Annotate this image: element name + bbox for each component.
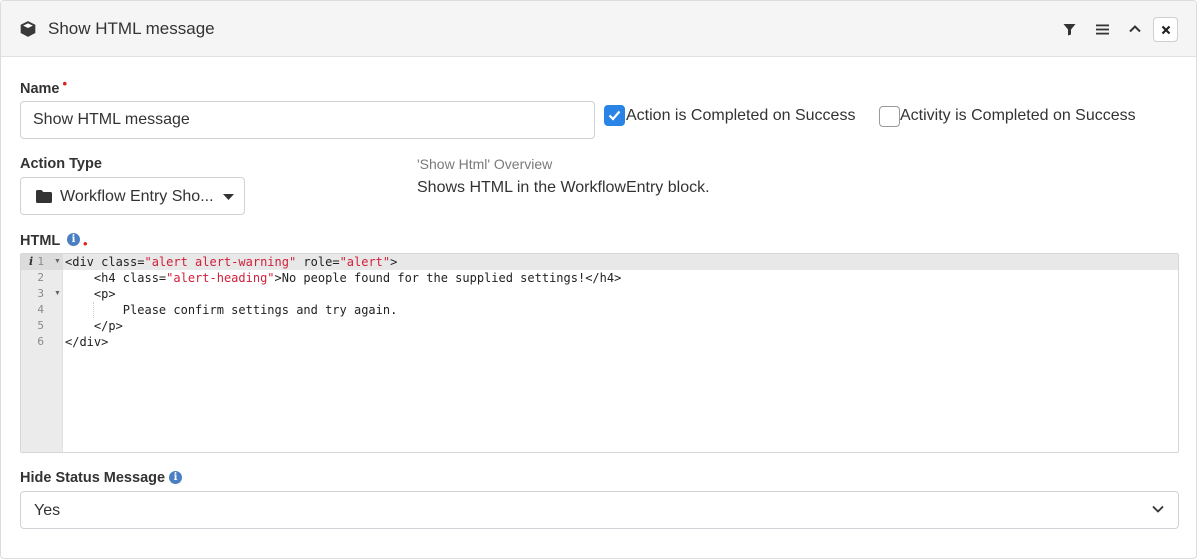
name-label: Name • (20, 76, 67, 98)
folder-icon (36, 190, 52, 203)
info-icon[interactable]: i (67, 233, 80, 246)
chevron-up-icon (1129, 25, 1141, 33)
panel-header: Show HTML message (1, 1, 1196, 57)
action-completed-label[interactable]: Action is Completed on Success (626, 106, 855, 126)
html-label-text: HTML (20, 233, 61, 249)
action-type-label: Action Type (20, 156, 102, 172)
fold-arrow-icon[interactable]: ▼ (54, 286, 61, 302)
html-label: HTML (20, 232, 60, 250)
chevron-down-icon (1152, 505, 1164, 513)
name-label-text: Name (20, 81, 60, 97)
name-input[interactable] (20, 101, 595, 139)
code-line: <p> (65, 287, 116, 301)
caret-down-icon (223, 194, 234, 200)
panel-title: Show HTML message (48, 19, 215, 38)
checkmark-icon (608, 110, 621, 121)
menu-button[interactable] (1091, 18, 1113, 40)
required-indicator: • (83, 236, 88, 251)
action-completed-checkbox[interactable] (604, 105, 625, 126)
line-number: 5 (37, 319, 44, 332)
line-number: 6 (37, 335, 44, 348)
activity-completed-label[interactable]: Activity is Completed on Success (900, 106, 1136, 126)
code-line: Please confirm settings and try again. (65, 303, 398, 317)
menu-icon (1095, 24, 1109, 34)
line-number: 1 (37, 255, 44, 268)
collapse-button[interactable] (1124, 18, 1146, 40)
overview-text: Shows HTML in the WorkflowEntry block. (417, 179, 710, 196)
code-line: <h4 class="alert-heading">No people foun… (65, 271, 622, 285)
line-number: 2 (37, 271, 44, 284)
cube-icon (20, 21, 36, 37)
activity-completed-checkbox[interactable] (879, 106, 900, 127)
overview-title: 'Show Html' Overview (417, 156, 553, 172)
line-number: 4 (37, 303, 44, 316)
filter-icon (1063, 23, 1075, 35)
code-line: </div> (65, 335, 109, 349)
workflow-action-panel: Show HTML message Name • Show HTML messa… (0, 0, 1197, 559)
code-line: </p> (65, 319, 123, 333)
string-token: "alert" (339, 255, 391, 269)
string-token: "alert alert-warning" (144, 255, 297, 269)
hide-status-select[interactable]: Yes (20, 491, 1179, 529)
hide-status-value: Yes (34, 502, 61, 519)
close-icon (1161, 25, 1170, 34)
html-code-editor[interactable]: i 1 ▼ 2 3 ▼ 4 5 6 <div class="alert aler… (20, 253, 1179, 453)
string-token: "alert-heading" (166, 271, 275, 285)
action-type-value: Workflow Entry Sho... (60, 188, 214, 205)
editor-gutter: i 1 ▼ 2 3 ▼ 4 5 6 (21, 254, 63, 452)
info-gutter-marker: i (29, 255, 34, 268)
required-indicator: • (62, 76, 68, 91)
close-button[interactable] (1153, 17, 1178, 42)
hide-status-label: Hide Status Message (20, 470, 166, 486)
fold-arrow-icon[interactable]: ▼ (54, 254, 61, 270)
code-line: <div class="alert alert-warning" role="a… (65, 255, 398, 269)
action-type-dropdown[interactable]: Workflow Entry Sho... (20, 177, 245, 215)
filter-button[interactable] (1058, 18, 1080, 40)
info-icon[interactable]: i (169, 471, 182, 484)
line-number: 3 (37, 287, 44, 300)
